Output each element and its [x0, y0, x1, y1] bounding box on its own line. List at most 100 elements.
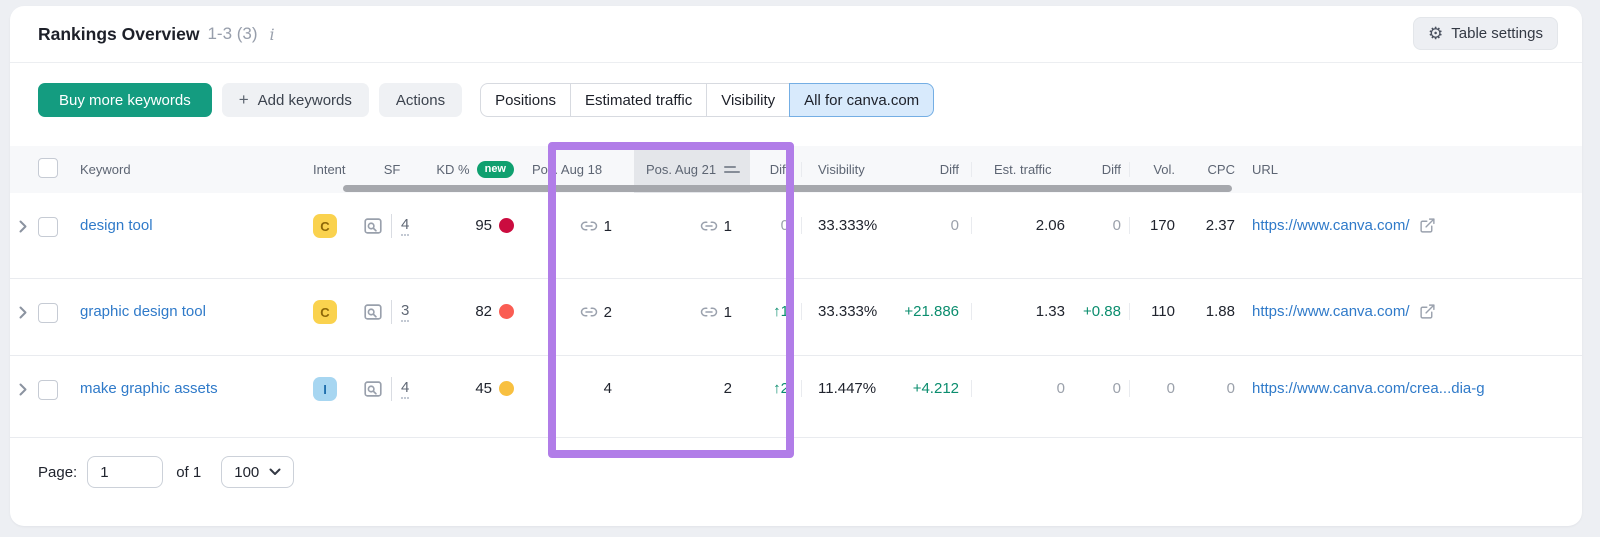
diff-position: ↑1 [750, 303, 802, 320]
actions-button[interactable]: Actions [379, 83, 462, 117]
column-header-visibility[interactable]: Visibility [802, 162, 894, 177]
kd-difficulty-dot [499, 218, 514, 233]
pos-aug21-label: Pos. Aug 21 [646, 162, 716, 177]
column-header-volume[interactable]: Vol. [1130, 162, 1184, 177]
cpc-value: 1.88 [1184, 303, 1244, 320]
column-header-pos-aug18[interactable]: Pos. Aug 18 [520, 162, 634, 177]
tab-estimated-traffic[interactable]: Estimated traffic [570, 83, 707, 117]
intent-badge[interactable]: C [313, 214, 337, 238]
rankings-overview-card: Rankings Overview 1-3 (3) i ⚙ Table sett… [10, 6, 1582, 526]
page-label: Page: [38, 464, 77, 481]
page-total-label: of 1 [176, 464, 201, 481]
toolbar: Buy more keywords + Add keywords Actions… [10, 63, 1582, 140]
external-link-icon[interactable] [1419, 217, 1436, 234]
sf-count[interactable]: 3 [401, 302, 409, 322]
table-settings-button[interactable]: ⚙ Table settings [1413, 17, 1558, 50]
column-header-url[interactable]: URL [1244, 162, 1582, 177]
column-header-kd[interactable]: KD % new [422, 161, 520, 178]
sf-count[interactable]: 4 [401, 216, 409, 236]
add-keywords-button[interactable]: + Add keywords [222, 83, 369, 117]
diff-traffic: 0 [1072, 217, 1130, 234]
link-icon[interactable] [700, 303, 718, 321]
intent-badge[interactable]: I [313, 377, 337, 401]
view-tabs: Positions Estimated traffic Visibility A… [480, 83, 934, 117]
diff-visibility: 0 [894, 217, 972, 234]
divider [391, 300, 392, 324]
gear-icon: ⚙ [1428, 25, 1443, 42]
url-link[interactable]: https://www.canva.com/ [1252, 217, 1410, 234]
buy-more-keywords-button[interactable]: Buy more keywords [38, 83, 212, 117]
table-header-row: Keyword Intent SF KD % new Pos. Aug 18 P… [10, 146, 1582, 193]
select-all-checkbox[interactable] [38, 158, 58, 178]
url-link[interactable]: https://www.canva.com/crea...dia-g [1252, 380, 1485, 397]
position-value: 1 [724, 218, 732, 235]
table-row: design tool C 4 95 1 [10, 193, 1582, 279]
visibility-value: 11.447% [802, 380, 894, 397]
link-icon[interactable] [580, 303, 598, 321]
serp-features-icon[interactable] [362, 378, 384, 400]
sort-descending-icon [724, 166, 740, 173]
diff-visibility: +4.212 [894, 380, 972, 397]
page-title: Rankings Overview [38, 24, 199, 45]
diff-position: ↑2 [750, 380, 802, 397]
column-header-diff-traffic[interactable]: Diff [1072, 162, 1130, 177]
table-row: make graphic assets I 4 45 4 2 ↑2 11.447… [10, 356, 1582, 438]
plus-icon: + [239, 90, 249, 110]
add-keywords-label: Add keywords [258, 92, 352, 109]
page-number-input[interactable] [87, 456, 163, 488]
tab-visibility[interactable]: Visibility [706, 83, 790, 117]
diff-traffic: 0 [1072, 380, 1130, 397]
card-header: Rankings Overview 1-3 (3) i ⚙ Table sett… [10, 6, 1582, 63]
serp-features-icon[interactable] [362, 301, 384, 323]
row-checkbox[interactable] [38, 380, 58, 400]
column-header-keyword[interactable]: Keyword [72, 162, 308, 177]
chevron-down-icon [269, 468, 281, 476]
est-traffic-value: 0 [972, 380, 1072, 397]
position-value: 1 [604, 218, 612, 235]
url-link[interactable]: https://www.canva.com/ [1252, 303, 1410, 320]
pagination: Page: of 1 100 [10, 438, 1582, 506]
column-header-intent[interactable]: Intent [308, 162, 362, 177]
page-size-select[interactable]: 100 [221, 456, 294, 488]
position-value: 4 [604, 380, 612, 397]
kd-value: 95 [475, 217, 492, 234]
keyword-link[interactable]: design tool [80, 217, 153, 234]
keyword-link[interactable]: make graphic assets [80, 380, 218, 397]
kd-difficulty-dot [499, 381, 514, 396]
intent-badge[interactable]: C [313, 300, 337, 324]
position-value: 2 [604, 304, 612, 321]
kd-value: 82 [475, 303, 492, 320]
diff-traffic: +0.88 [1072, 303, 1130, 320]
expand-row-icon[interactable] [19, 383, 27, 396]
cpc-value: 2.37 [1184, 217, 1244, 234]
link-icon[interactable] [700, 217, 718, 235]
external-link-icon[interactable] [1419, 303, 1436, 320]
column-header-est-traffic[interactable]: Est. traffic [972, 162, 1072, 177]
est-traffic-value: 2.06 [972, 217, 1072, 234]
result-range: 1-3 (3) [207, 24, 257, 44]
kd-value: 45 [475, 380, 492, 397]
row-checkbox[interactable] [38, 217, 58, 237]
tab-positions[interactable]: Positions [480, 83, 571, 117]
info-icon[interactable]: i [270, 25, 275, 44]
link-icon[interactable] [580, 217, 598, 235]
tab-all-for-domain[interactable]: All for canva.com [789, 83, 934, 117]
row-checkbox[interactable] [38, 303, 58, 323]
column-header-diff-pos[interactable]: Diff [750, 162, 802, 177]
horizontal-scrollbar[interactable] [343, 185, 1232, 192]
column-header-cpc[interactable]: CPC [1184, 162, 1244, 177]
est-traffic-value: 1.33 [972, 303, 1072, 320]
column-header-sf[interactable]: SF [362, 162, 422, 177]
column-header-diff-visibility[interactable]: Diff [894, 162, 972, 177]
cpc-value: 0 [1184, 380, 1244, 397]
sf-count[interactable]: 4 [401, 379, 409, 399]
table-settings-label: Table settings [1451, 25, 1543, 42]
serp-features-icon[interactable] [362, 215, 384, 237]
keyword-link[interactable]: graphic design tool [80, 303, 206, 320]
visibility-value: 33.333% [802, 303, 894, 320]
expand-row-icon[interactable] [19, 220, 27, 233]
divider [391, 377, 392, 401]
volume-value: 170 [1130, 217, 1184, 234]
expand-row-icon[interactable] [19, 306, 27, 319]
position-value: 2 [724, 380, 732, 397]
